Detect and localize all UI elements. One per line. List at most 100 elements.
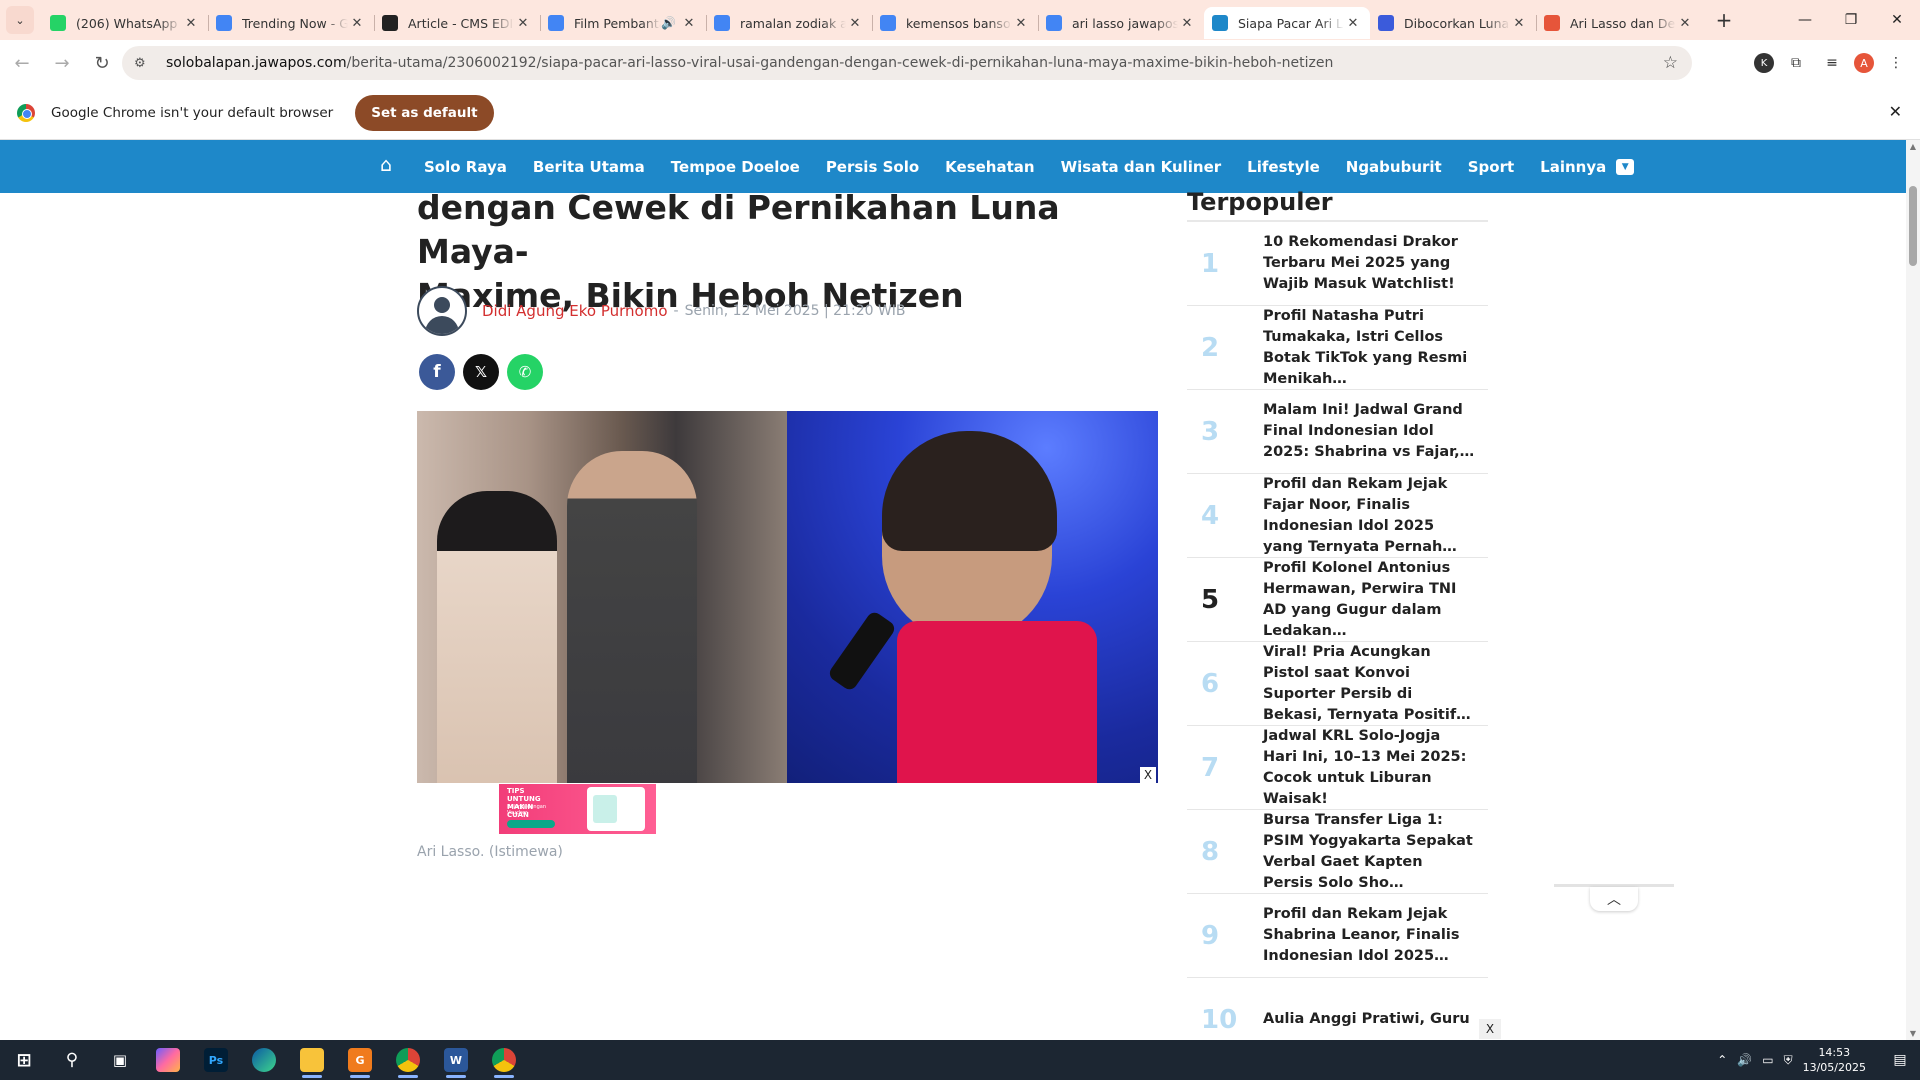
nav-item[interactable]: Lifestyle <box>1247 158 1320 176</box>
reload-button[interactable]: ↻ <box>84 45 120 81</box>
copilot-icon[interactable] <box>144 1040 192 1080</box>
edge-icon[interactable] <box>240 1040 288 1080</box>
browser-tab[interactable]: Trending Now - Google Trends✕ <box>208 7 374 39</box>
popular-item[interactable]: 6 Viral! Pria Acungkan Pistol saat Konvoi… <box>1187 642 1488 726</box>
extensions-puzzle-icon[interactable]: ⧉ <box>1782 49 1810 77</box>
home-icon[interactable]: ⌂ <box>380 154 392 176</box>
notification-icon[interactable]: ▤ <box>1880 1040 1920 1080</box>
popular-list: 1 10 Rekomendasi Drakor Terbaru Mei 2025 … <box>1187 222 1488 1040</box>
article-byline: Didi Agung Eko Purnomo - Senin, 12 Mei 2… <box>417 286 906 336</box>
popular-item[interactable]: 10 Aulia Anggi Pratiwi, Guru <box>1187 978 1488 1040</box>
kebab-menu-icon[interactable]: ⋮ <box>1882 49 1910 77</box>
close-window-icon[interactable]: ✕ <box>1874 0 1920 40</box>
close-tab-icon[interactable]: ✕ <box>1344 16 1362 31</box>
popular-item[interactable]: 9 Profil dan Rekam Jejak Shabrina Leanor,… <box>1187 894 1488 978</box>
extension-k-icon[interactable]: K <box>1754 53 1774 73</box>
search-icon[interactable]: ⚲ <box>48 1040 96 1080</box>
close-tab-icon[interactable]: ✕ <box>846 16 864 31</box>
restore-icon[interactable]: ❐ <box>1828 0 1874 40</box>
site-info-icon[interactable]: ⚙ <box>134 56 152 71</box>
task-view-icon[interactable]: ▣ <box>96 1040 144 1080</box>
nav-item[interactable]: Solo Raya <box>424 158 507 176</box>
close-tab-icon[interactable]: ✕ <box>182 16 200 31</box>
bookmark-star-icon[interactable]: ☆ <box>1663 53 1678 73</box>
photoshop-icon[interactable]: Ps <box>192 1040 240 1080</box>
close-tab-icon[interactable]: ✕ <box>680 16 698 31</box>
back-button[interactable]: ← <box>4 45 40 81</box>
app-orange-icon[interactable]: G <box>336 1040 384 1080</box>
network-icon[interactable]: ▭ <box>1762 1053 1773 1067</box>
minimize-icon[interactable]: — <box>1782 0 1828 40</box>
nav-more-dropdown[interactable]: Lainnya ▼ <box>1540 158 1635 176</box>
close-tab-icon[interactable]: ✕ <box>1510 16 1528 31</box>
chevron-up-tray-icon[interactable]: ⌃ <box>1717 1053 1727 1067</box>
browser-tab[interactable]: Film Pembantaian🔊 ✕ <box>540 7 706 39</box>
browser-tab[interactable]: (206) WhatsApp ✕ <box>42 7 208 39</box>
facebook-share-icon[interactable]: f <box>419 354 455 390</box>
system-clock[interactable]: 14:53 13/05/2025 <box>1803 1045 1866 1075</box>
scroll-down-arrow-icon[interactable]: ▼ <box>1906 1029 1920 1038</box>
popular-item[interactable]: 1 10 Rekomendasi Drakor Terbaru Mei 2025 … <box>1187 222 1488 306</box>
tab-title: ari lasso jawapos <box>1072 15 1178 31</box>
vpn-shield-icon[interactable]: ⛨ <box>1784 1053 1793 1068</box>
speaker-icon[interactable]: 🔊 <box>1737 1053 1752 1067</box>
x-share-icon[interactable]: 𝕏 <box>463 354 499 390</box>
forward-button[interactable]: → <box>44 45 80 81</box>
word-icon[interactable]: W <box>432 1040 480 1080</box>
browser-tab[interactable]: Dibocorkan Luna Maya✕ <box>1370 7 1536 39</box>
nav-item[interactable]: Wisata dan Kuliner <box>1061 158 1222 176</box>
popular-item[interactable]: 5 Profil Kolonel Antonius Hermawan, Perwi… <box>1187 558 1488 642</box>
default-browser-infobar: Google Chrome isn't your default browser… <box>0 86 1920 140</box>
browser-tab[interactable]: Ari Lasso dan Dearly✕ <box>1536 7 1702 39</box>
popular-item[interactable]: 7 Jadwal KRL Solo-Jogja Hari Ini, 10–13 M… <box>1187 726 1488 810</box>
set-as-default-button[interactable]: Set as default <box>355 94 494 131</box>
close-tab-icon[interactable]: ✕ <box>1178 16 1196 31</box>
file-explorer-icon[interactable] <box>288 1040 336 1080</box>
browser-tab[interactable]: ramalan zodiak aquarius✕ <box>706 7 872 39</box>
page-scrollbar[interactable]: ▲ ▼ <box>1906 140 1920 1040</box>
profile-avatar[interactable]: A <box>1854 53 1874 73</box>
nav-item[interactable]: Sport <box>1468 158 1514 176</box>
chrome-taskbar-icon[interactable] <box>384 1040 432 1080</box>
close-tab-icon[interactable]: ✕ <box>1012 16 1030 31</box>
whatsapp-share-icon[interactable]: ✆ <box>507 354 543 390</box>
whatsapp-icon <box>50 15 66 31</box>
url-host: solobalapan.jawapos.com <box>166 55 347 71</box>
close-infobar-icon[interactable]: ✕ <box>1889 102 1902 121</box>
close-tab-icon[interactable]: ✕ <box>348 16 366 31</box>
popular-item[interactable]: 4 Profil dan Rekam Jejak Fajar Noor, Fina… <box>1187 474 1488 558</box>
new-tab-button[interactable]: + <box>1708 4 1740 36</box>
chevron-down-icon: ⌄ <box>15 13 25 27</box>
nav-item[interactable]: Persis Solo <box>826 158 919 176</box>
browser-tab[interactable]: Article - CMS EDITOR✕ <box>374 7 540 39</box>
chevron-up-icon[interactable]: ︿ <box>1590 887 1638 911</box>
author-link[interactable]: Didi Agung Eko Purnomo <box>482 302 668 320</box>
popular-item[interactable]: 2 Profil Natasha Putri Tumakaka, Istri Ce… <box>1187 306 1488 390</box>
nav-item[interactable]: Ngabuburit <box>1346 158 1442 176</box>
scrollbar-thumb[interactable] <box>1909 186 1917 266</box>
nav-item[interactable]: Kesehatan <box>945 158 1034 176</box>
sticky-ad-close-button[interactable]: X <box>1479 1019 1501 1039</box>
browser-tab[interactable]: Siapa Pacar Ari Lasso✕ <box>1204 7 1370 39</box>
popular-item[interactable]: 8 Bursa Transfer Liga 1: PSIM Yogyakarta … <box>1187 810 1488 894</box>
kompas-icon <box>1544 15 1560 31</box>
browser-tab[interactable]: kemensos bansos ✕ <box>872 7 1038 39</box>
banner-ad[interactable]: TIPS UNTUNG MAKIN CUAN Belanja dengan Vo… <box>499 784 656 834</box>
scroll-up-arrow-icon[interactable]: ▲ <box>1906 142 1920 151</box>
trends-icon <box>216 15 232 31</box>
cms-icon <box>382 15 398 31</box>
popular-item[interactable]: 3 Malam Ini! Jadwal Grand Final Indonesia… <box>1187 390 1488 474</box>
media-control-icon[interactable]: ≡ <box>1818 49 1846 77</box>
address-bar[interactable]: ⚙ solobalapan.jawapos.com/berita-utama/2… <box>122 46 1692 80</box>
tab-audio-icon[interactable]: 🔊 <box>661 16 676 30</box>
tab-search-button[interactable]: ⌄ <box>6 6 34 34</box>
nav-item[interactable]: Berita Utama <box>533 158 645 176</box>
chrome-profile-taskbar-icon[interactable] <box>480 1040 528 1080</box>
close-tab-icon[interactable]: ✕ <box>1676 16 1694 31</box>
close-tab-icon[interactable]: ✕ <box>514 16 532 31</box>
browser-tab[interactable]: ari lasso jawapos ✕ <box>1038 7 1204 39</box>
popular-rank: 7 <box>1201 752 1220 783</box>
ad-close-button[interactable]: X <box>1140 767 1156 783</box>
windows-start-icon[interactable]: ⊞ <box>0 1040 48 1080</box>
nav-item[interactable]: Tempoe Doeloe <box>671 158 800 176</box>
